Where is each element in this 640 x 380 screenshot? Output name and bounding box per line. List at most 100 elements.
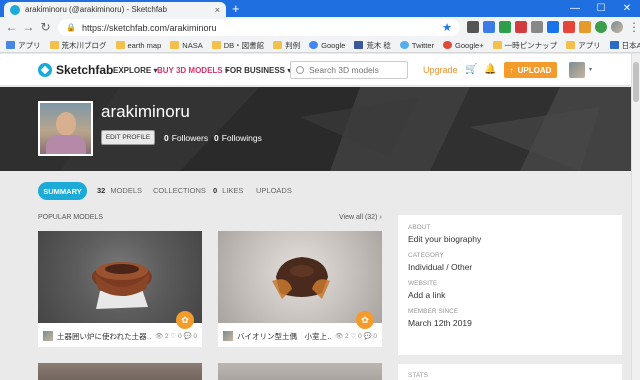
- dogu-model-image: [272, 257, 330, 299]
- chevron-down-icon[interactable]: ▾: [589, 66, 592, 73]
- profile-tabs: SUMMARY 32 MODELS COLLECTIONS 0 LIKES UPLO…: [0, 172, 631, 208]
- add-link[interactable]: Add a link: [408, 290, 612, 300]
- page-scrollbar[interactable]: [631, 54, 640, 380]
- search-input[interactable]: [309, 65, 401, 75]
- member-since-label: MEMBER SINCE: [408, 308, 459, 315]
- bookmark-item[interactable]: DB・図書館: [211, 40, 264, 51]
- browser-tabstrip: arakiminoru (@arakiminoru) - Sketchfab ×…: [0, 0, 640, 17]
- browser-tab[interactable]: arakiminoru (@arakiminoru) - Sketchfab ×: [4, 2, 226, 17]
- reload-icon[interactable]: ↻: [38, 20, 53, 35]
- model-name[interactable]: 土器囲い炉に使われた土器…: [57, 331, 151, 342]
- model-thumbnail[interactable]: [218, 231, 382, 323]
- bookmark-item[interactable]: 一時ピンナップ: [492, 40, 557, 51]
- notifications-bell-icon[interactable]: 🔔: [484, 64, 496, 75]
- bookmark-item[interactable]: 日本Amazon Drive: [609, 40, 640, 51]
- bookmark-item[interactable]: earth map: [115, 41, 161, 50]
- facebook-icon: [354, 41, 364, 49]
- logo-text: Sketchfab: [56, 63, 114, 77]
- upload-button[interactable]: ↑ UPLOAD: [504, 62, 557, 78]
- bookmarks-bar: アプリ 荒木川ブログ earth map NASA DB・図書館 判例 Goog…: [0, 38, 640, 53]
- tab-uploads[interactable]: UPLOADS: [256, 186, 292, 195]
- models-count: 32: [97, 186, 106, 195]
- profile-avatar-icon[interactable]: [611, 21, 623, 33]
- edit-biography-link[interactable]: Edit your biography: [408, 234, 612, 244]
- back-icon[interactable]: ←: [4, 20, 19, 35]
- folder-icon: [49, 41, 59, 49]
- tab-summary[interactable]: SUMMARY: [38, 182, 87, 200]
- nav-buy-3d-models[interactable]: BUY 3D MODELS ▾: [157, 66, 229, 75]
- window-close-icon[interactable]: ✕: [614, 0, 640, 17]
- extension-icon[interactable]: [547, 21, 559, 33]
- lock-icon: 🔒: [66, 23, 76, 32]
- google-icon: [309, 41, 319, 49]
- scrollbar-thumb[interactable]: [633, 62, 639, 102]
- bookmark-item[interactable]: NASA: [170, 41, 203, 50]
- search-icon: [296, 66, 304, 74]
- extension-icon[interactable]: [563, 21, 575, 33]
- followings-label: Followings: [221, 133, 262, 143]
- model-card-partial[interactable]: [218, 363, 382, 380]
- author-avatar[interactable]: [43, 331, 53, 341]
- bookmark-item[interactable]: 判例: [273, 40, 300, 51]
- edit-profile-button[interactable]: EDIT PROFILE: [101, 130, 155, 145]
- bookmark-item[interactable]: アプリ: [6, 40, 41, 51]
- view-all-link[interactable]: View all (32) ›: [339, 214, 382, 221]
- tab-close-icon[interactable]: ×: [215, 5, 220, 15]
- tab-models[interactable]: 32 MODELS: [97, 186, 142, 195]
- model-card[interactable]: ✿ 土器囲い炉に使われた土器… 👁 2 ♡ 0 💬 0: [38, 231, 202, 347]
- profile-username: arakiminoru: [101, 102, 190, 121]
- bookmark-item[interactable]: アプリ: [566, 40, 601, 51]
- member-since-value: March 12th 2019: [408, 318, 472, 328]
- tab-likes[interactable]: 0 LIKES: [213, 186, 243, 195]
- upload-label: UPLOAD: [517, 65, 552, 75]
- tab-collections[interactable]: COLLECTIONS: [153, 186, 206, 195]
- model-stats: 👁 2 ♡ 0 💬 0: [154, 333, 197, 340]
- search-box[interactable]: [290, 61, 408, 79]
- browser-menu-icon[interactable]: ⋮: [628, 20, 640, 34]
- extension-icon[interactable]: [579, 21, 591, 33]
- followings-stat[interactable]: 0 Followings: [214, 133, 262, 143]
- bookmark-item[interactable]: Google+: [443, 41, 484, 50]
- drive-icon: [609, 41, 619, 49]
- model-name[interactable]: バイオリン型土偶 小室上…: [237, 331, 331, 342]
- user-avatar[interactable]: [569, 62, 585, 78]
- sketchfab-logo[interactable]: Sketchfab: [38, 63, 113, 77]
- twitter-icon: [399, 41, 409, 49]
- extension-icon[interactable]: [483, 21, 495, 33]
- bookmark-item[interactable]: 荒木 稔: [354, 40, 391, 51]
- folder-icon: [492, 41, 502, 49]
- model-card-partial[interactable]: [38, 363, 202, 380]
- apps-icon: [6, 41, 15, 49]
- followers-stat[interactable]: 0 Followers: [164, 133, 208, 143]
- followings-count: 0: [214, 133, 219, 143]
- new-tab-button[interactable]: +: [232, 1, 240, 16]
- model-card[interactable]: ✿ バイオリン型土偶 小室上… 👁 2 ♡ 0 💬 0: [218, 231, 382, 347]
- extension-icon[interactable]: [531, 21, 543, 33]
- extension-icon[interactable]: [467, 21, 479, 33]
- card-footer: バイオリン型土偶 小室上… 👁 2 ♡ 0 💬 0: [218, 327, 382, 345]
- bookmark-item[interactable]: Twitter: [399, 41, 434, 50]
- minimize-icon[interactable]: —: [562, 0, 588, 17]
- folder-icon: [273, 41, 283, 49]
- url-text[interactable]: https://sketchfab.com/arakiminoru: [82, 23, 442, 33]
- followers-count: 0: [164, 133, 169, 143]
- address-bar[interactable]: 🔒 https://sketchfab.com/arakiminoru ★: [58, 19, 460, 36]
- avatar-body: [46, 135, 86, 154]
- maximize-icon[interactable]: ☐: [588, 0, 614, 17]
- nav-explore[interactable]: EXPLORE ▾: [113, 66, 157, 75]
- extension-icon[interactable]: [499, 21, 511, 33]
- upgrade-link[interactable]: Upgrade: [423, 65, 458, 75]
- bookmark-item[interactable]: 荒木川ブログ: [49, 40, 107, 51]
- model-thumbnail[interactable]: [38, 231, 202, 323]
- category-value: Individual / Other: [408, 262, 473, 272]
- sketchfab-favicon-icon: [10, 4, 20, 15]
- about-label: ABOUT: [408, 224, 431, 231]
- author-avatar[interactable]: [223, 331, 233, 341]
- extension-icon[interactable]: [595, 21, 607, 33]
- bookmark-item[interactable]: Google: [309, 41, 345, 50]
- extension-icon[interactable]: [515, 21, 527, 33]
- bookmark-star-icon[interactable]: ★: [442, 21, 452, 34]
- nav-for-business[interactable]: FOR BUSINESS ▾: [225, 66, 291, 75]
- forward-icon[interactable]: →: [21, 20, 36, 35]
- cart-icon[interactable]: 🛒: [465, 64, 477, 75]
